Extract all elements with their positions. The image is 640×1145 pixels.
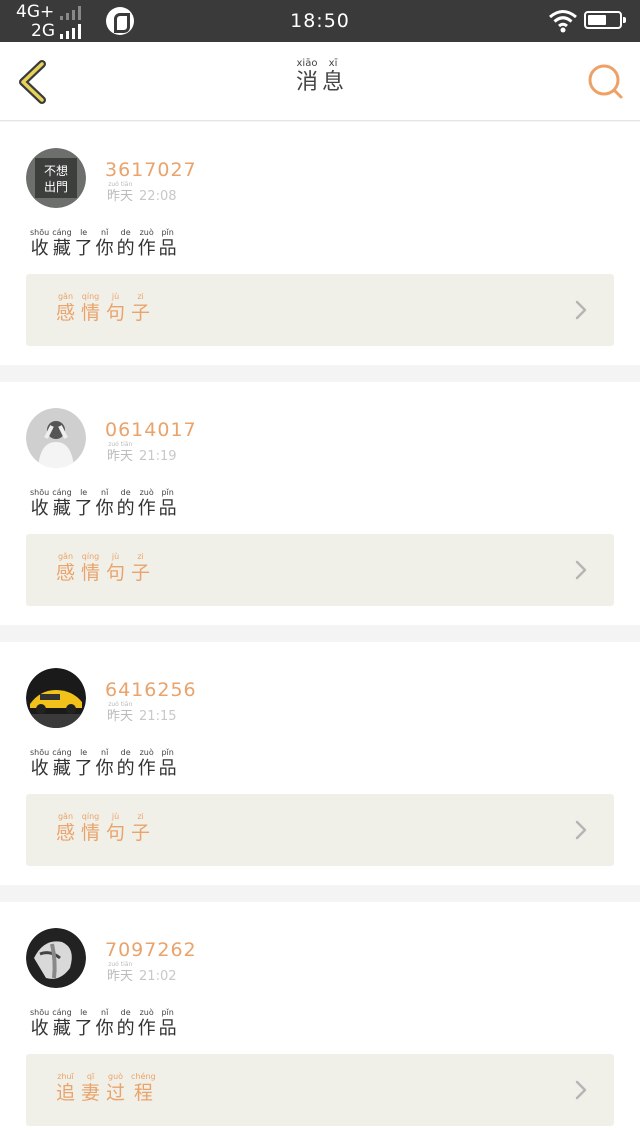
message-card: 0614017 zuó 昨 tiān 天 21:19 shōu 收 cáng 藏 le 了 nǐ 你… <box>0 382 640 625</box>
pinyin-char: pǐn 品 <box>158 228 177 259</box>
title-char: xī 息 <box>322 58 345 95</box>
pinyin-char: tiān 天 <box>120 701 134 724</box>
svg-text:不想: 不想 <box>44 163 68 178</box>
pinyin-char: de 的 <box>116 488 135 519</box>
username[interactable]: 0614017 <box>105 419 197 441</box>
time-text: 22:08 <box>139 189 177 204</box>
work-title: gǎn 感 qíng 情 jù 句 zi 子 <box>56 812 156 844</box>
work-title: zhuī 追 qī 妻 guò 过 chéng 程 <box>56 1072 162 1104</box>
pinyin-char: nǐ 你 <box>95 748 114 779</box>
username[interactable]: 7097262 <box>105 939 197 961</box>
pinyin-char: zuò 作 <box>137 748 156 779</box>
pinyin-char: cáng 藏 <box>52 228 72 259</box>
pinyin-char: zhuī 追 <box>56 1072 76 1104</box>
pinyin-char: zuò 作 <box>137 488 156 519</box>
username[interactable]: 3617027 <box>105 159 197 181</box>
timestamp: zuó 昨 tiān 天 22:08 <box>107 181 177 205</box>
title-char: xiāo 消 <box>295 58 318 95</box>
pinyin-char: zuò 作 <box>137 228 156 259</box>
header: xiāo 消 xī 息 <box>0 42 640 121</box>
pinyin-char: qíng 情 <box>81 552 101 584</box>
pinyin-char: de 的 <box>116 228 135 259</box>
time-text: 21:02 <box>139 969 177 984</box>
pinyin-char: gǎn 感 <box>56 812 76 844</box>
action-text: shōu 收 cáng 藏 le 了 nǐ 你 de 的 zuò 作 pǐn 品 <box>30 228 180 260</box>
chevron-right-icon <box>575 300 587 320</box>
avatar-face-photo[interactable] <box>26 928 86 988</box>
pinyin-char: tiān 天 <box>120 441 134 464</box>
pinyin-char: de 的 <box>116 1008 135 1039</box>
battery-icon <box>584 11 626 29</box>
svg-text:出門: 出門 <box>44 180 68 194</box>
time-text: 21:19 <box>139 449 177 464</box>
search-icon[interactable] <box>586 62 624 100</box>
action-text: shōu 收 cáng 藏 le 了 nǐ 你 de 的 zuò 作 pǐn 品 <box>30 488 180 520</box>
pinyin-char: tiān 天 <box>120 961 134 984</box>
chevron-right-icon <box>575 1080 587 1100</box>
work-card[interactable]: zhuī 追 qī 妻 guò 过 chéng 程 <box>26 1054 614 1126</box>
avatar-person-photo[interactable] <box>26 408 86 468</box>
pinyin-char: zuó 昨 <box>107 181 121 204</box>
pinyin-char: qíng 情 <box>81 812 101 844</box>
pinyin-char: shōu 收 <box>30 1008 50 1039</box>
work-card[interactable]: gǎn 感 qíng 情 jù 句 zi 子 <box>26 274 614 346</box>
pinyin-char: cáng 藏 <box>52 488 72 519</box>
pinyin-char: zi 子 <box>131 292 151 324</box>
pinyin-char: le 了 <box>74 228 93 259</box>
work-card[interactable]: gǎn 感 qíng 情 jù 句 zi 子 <box>26 794 614 866</box>
pinyin-char: qī 妻 <box>81 1072 101 1104</box>
work-card[interactable]: gǎn 感 qíng 情 jù 句 zi 子 <box>26 534 614 606</box>
pinyin-char: zuó 昨 <box>107 701 121 724</box>
pinyin-char: shōu 收 <box>30 748 50 779</box>
wifi-icon <box>549 10 577 33</box>
pinyin-char: le 了 <box>74 748 93 779</box>
timestamp: zuó 昨 tiān 天 21:15 <box>107 701 177 725</box>
pinyin-char: qíng 情 <box>81 292 101 324</box>
pinyin-char: shōu 收 <box>30 488 50 519</box>
page-title: xiāo 消 xī 息 <box>0 58 640 96</box>
pinyin-char: nǐ 你 <box>95 228 114 259</box>
chevron-right-icon <box>575 560 587 580</box>
pinyin-char: zuó 昨 <box>107 441 121 464</box>
pinyin-char: cáng 藏 <box>52 748 72 779</box>
action-text: shōu 收 cáng 藏 le 了 nǐ 你 de 的 zuò 作 pǐn 品 <box>30 748 180 780</box>
message-card: 7097262 zuó 昨 tiān 天 21:02 shōu 收 cáng 藏 le 了 nǐ 你… <box>0 902 640 1145</box>
status-time: 18:50 <box>290 10 350 32</box>
pinyin-char: gǎn 感 <box>56 552 76 584</box>
pinyin-char: zi 子 <box>131 812 151 844</box>
pinyin-char: guò 过 <box>106 1072 126 1104</box>
work-title: gǎn 感 qíng 情 jù 句 zi 子 <box>56 292 156 324</box>
time-text: 21:15 <box>139 709 177 724</box>
message-card: 不想出門 3617027 zuó 昨 tiān 天 22:08 shōu 收 cáng 藏 l… <box>0 122 640 365</box>
pinyin-char: le 了 <box>74 1008 93 1039</box>
pinyin-char: gǎn 感 <box>56 292 76 324</box>
pinyin-char: shōu 收 <box>30 228 50 259</box>
pinyin-char: zi 子 <box>131 552 151 584</box>
pinyin-char: cáng 藏 <box>52 1008 72 1039</box>
chevron-right-icon <box>575 820 587 840</box>
pinyin-char: pǐn 品 <box>158 748 177 779</box>
pinyin-char: le 了 <box>74 488 93 519</box>
pinyin-char: nǐ 你 <box>95 488 114 519</box>
pinyin-char: zuó 昨 <box>107 961 121 984</box>
pinyin-char: chéng 程 <box>131 1072 156 1104</box>
status-bar: 4G+ 2G 18:50 <box>0 0 640 42</box>
timestamp: zuó 昨 tiān 天 21:02 <box>107 961 177 985</box>
pinyin-char: pǐn 品 <box>158 1008 177 1039</box>
pinyin-char: jù 句 <box>106 292 126 324</box>
pinyin-char: jù 句 <box>106 552 126 584</box>
action-text: shōu 收 cáng 藏 le 了 nǐ 你 de 的 zuò 作 pǐn 品 <box>30 1008 180 1040</box>
pinyin-char: nǐ 你 <box>95 1008 114 1039</box>
pinyin-char: zuò 作 <box>137 1008 156 1039</box>
work-title: gǎn 感 qíng 情 jù 句 zi 子 <box>56 552 156 584</box>
pinyin-char: tiān 天 <box>120 181 134 204</box>
pinyin-char: pǐn 品 <box>158 488 177 519</box>
avatar-car-photo[interactable] <box>26 668 86 728</box>
avatar-text-image[interactable]: 不想 出門 <box>26 148 86 208</box>
pinyin-char: jù 句 <box>106 812 126 844</box>
message-card: 6416256 zuó 昨 tiān 天 21:15 shōu 收 cáng 藏 le 了 nǐ 你… <box>0 642 640 885</box>
timestamp: zuó 昨 tiān 天 21:19 <box>107 441 177 465</box>
username[interactable]: 6416256 <box>105 679 197 701</box>
pinyin-char: de 的 <box>116 748 135 779</box>
